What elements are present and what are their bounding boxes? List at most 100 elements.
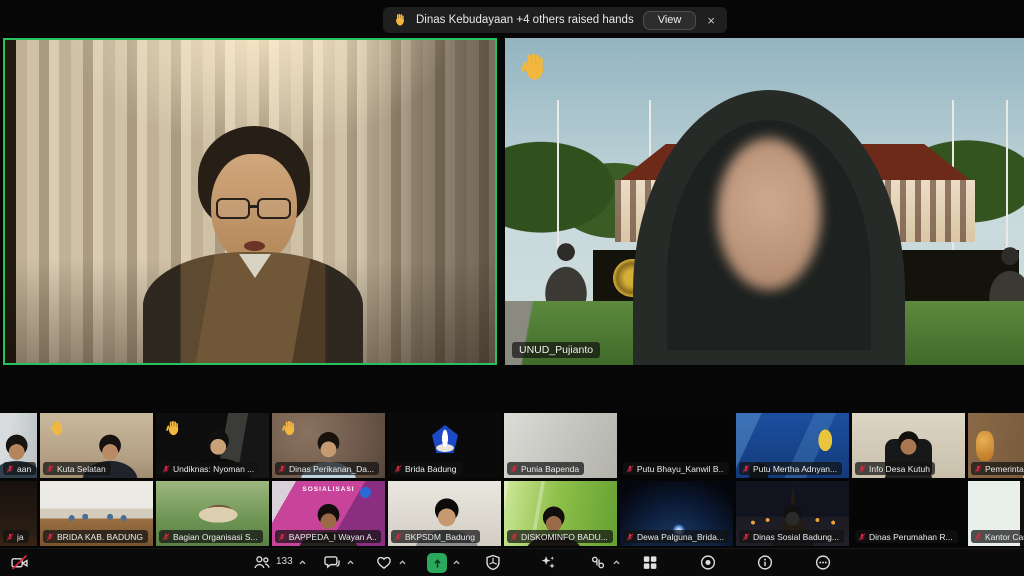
mic-muted-icon [162,533,170,541]
info-button[interactable] [756,554,774,571]
participant-name-label: ja [3,530,29,543]
participant-tile[interactable]: Bagian Organisasi S... [156,481,269,546]
chat-button[interactable] [323,554,355,571]
participant-tile[interactable]: Putu Mertha Adnyan... [736,413,849,478]
glasses [216,198,250,219]
participant-tile[interactable]: BKPSDM_Badung [388,481,501,546]
more-icon [814,554,832,571]
notification-text: Dinas Kebudayaan +4 others raised hands [416,14,634,26]
chevron-up-icon[interactable] [452,559,461,566]
chat-icon [323,554,341,571]
record-button[interactable] [699,554,717,571]
participant-name-label: UNUD_Pujianto [512,342,600,358]
chevron-up-icon[interactable] [298,559,307,566]
mic-muted-icon [394,533,402,541]
participant-name-label: Kuta Selatan [43,462,111,475]
more-button[interactable] [814,554,832,571]
participant-name-label: Kantor Cama... [971,530,1024,543]
mic-muted-icon [46,465,54,473]
participant-tile[interactable]: Kuta Selatan [40,413,153,478]
participant-name-label: DISKOMINFO BADU... [507,530,613,543]
slide-title-text: SOSIALISASI [272,486,385,493]
thumbnail-row-2: ja BRIDA KAB. BADUNG Bagian Organisasi S… [0,481,1024,546]
mic-muted-icon [858,533,866,541]
speaker-tile-left[interactable] [3,38,497,365]
participant-tile[interactable]: ja [0,481,37,546]
speaker-tile-right[interactable]: REKTORAT UNUD_Pujianto [505,38,1024,365]
participant-tile[interactable]: Brida Badung [388,413,501,478]
reactions-button[interactable] [375,554,407,571]
participant-name-label: Bagian Organisasi S... [159,530,263,543]
participants-icon [253,554,271,571]
participant-tile[interactable]: Kantor Cama... [968,481,1024,546]
participants-count: 133 [276,556,293,567]
participant-name-label: Info Desa Kutuh [855,462,935,475]
ai-companion-button[interactable] [539,554,557,571]
mic-muted-icon [278,533,286,541]
participant-name-label: Dewa Palguna_Brida... [623,530,729,543]
participant-name-label: Dinas Perumahan R... [855,530,958,543]
mic-muted-icon [46,533,54,541]
raised-hand-icon [281,420,298,437]
mic-muted-icon [974,465,982,473]
participant-tile[interactable]: SOSIALISASI BAPPEDA_I Wayan A... [272,481,385,546]
participant-tile[interactable]: Info Desa Kutuh [852,413,965,478]
participant-name-label: Punia Bapenda [507,462,584,475]
video-button[interactable] [10,554,29,571]
raised-hands-notification: Dinas Kebudayaan +4 others raised hands … [383,7,727,33]
breakout-rooms-icon [589,554,607,571]
participant-tile[interactable]: Punia Bapenda [504,413,617,478]
participant-name-label: Dinas Perikanan_Da... [275,462,379,475]
meeting-toolbar: 133 [0,548,1024,576]
mic-muted-icon [6,465,14,473]
participant-tile[interactable]: DISKOMINFO BADU... [504,481,617,546]
raised-hand-icon [393,13,407,27]
chevron-up-icon[interactable] [346,559,355,566]
breakout-rooms-button[interactable] [589,554,621,571]
participant-tile[interactable]: Dinas Perikanan_Da... [272,413,385,478]
participant-name-label: BRIDA KAB. BADUNG [43,530,148,543]
thumbnail-row-1: aan Kuta Selatan [0,413,1024,478]
mic-muted-icon [858,465,866,473]
participant-name-label: Putu Bhayu_Kanwil B... [623,462,729,475]
participant-name-label: Pemerintah D... [971,462,1024,475]
close-notification-icon[interactable]: × [705,14,717,27]
view-raised-hands-button[interactable]: View [643,11,697,30]
participant-tile[interactable]: Pemerintah D... [968,413,1024,478]
sparkle-icon [539,554,557,571]
heart-icon [375,554,393,571]
participant-name-label: BAPPEDA_I Wayan A... [275,530,381,543]
participant-name-label: BKPSDM_Badung [391,530,480,543]
mic-muted-icon [510,465,518,473]
mic-muted-icon [278,465,286,473]
raised-hand-icon [165,420,182,437]
participant-tile[interactable]: Undiknas: Nyoman ... [156,413,269,478]
participant-tile[interactable]: Dinas Sosial Badung... [736,481,849,546]
chevron-up-icon[interactable] [612,559,621,566]
participants-button[interactable]: 133 [253,554,307,571]
participant-tile[interactable]: aan [0,413,37,478]
share-screen-icon [427,553,447,573]
participant-name-label: Brida Badung [391,462,462,475]
security-button[interactable] [484,554,502,571]
chevron-up-icon[interactable] [398,559,407,566]
participant-tile[interactable]: Putu Bhayu_Kanwil B... [620,413,733,478]
share-screen-button[interactable] [427,554,461,573]
mic-muted-icon [162,465,170,473]
participant-tile[interactable]: Dinas Perumahan R... [852,481,965,546]
participant-name-label: Putu Mertha Adnyan... [739,462,842,475]
participant-name-label: Dinas Sosial Badung... [739,530,844,543]
participant-name-label: aan [3,462,36,475]
mic-muted-icon [742,533,750,541]
mic-muted-icon [974,533,982,541]
mic-muted-icon [626,533,634,541]
info-icon [756,554,774,571]
mic-muted-icon [626,465,634,473]
apps-grid-icon [641,554,659,571]
shield-icon [484,554,502,571]
apps-button[interactable] [641,554,659,571]
participant-name-label: Undiknas: Nyoman ... [159,462,259,475]
participant-tile[interactable]: Dewa Palguna_Brida... [620,481,733,546]
mic-muted-icon [6,533,14,541]
participant-tile[interactable]: BRIDA KAB. BADUNG [40,481,153,546]
